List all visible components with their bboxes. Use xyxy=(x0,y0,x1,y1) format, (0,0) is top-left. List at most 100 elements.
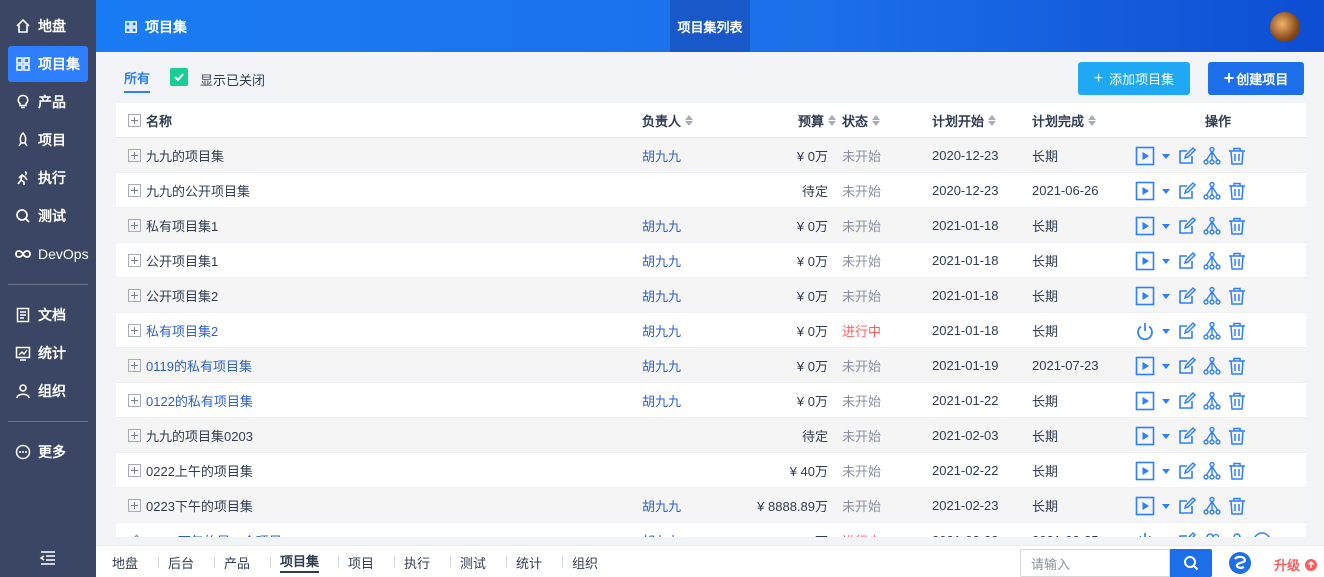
expand-icon[interactable] xyxy=(128,149,141,162)
program-name-link[interactable]: 九九的项目集0203 xyxy=(146,426,253,445)
tab-program-list[interactable]: 项目集列表 xyxy=(670,0,750,52)
create-child-tree-icon[interactable] xyxy=(1201,145,1223,167)
table-row[interactable]: 私有项目集1 胡九九 ¥ 0万 未开始 2021-01-18 长期 xyxy=(116,208,1306,243)
delete-trash-icon[interactable] xyxy=(1226,180,1248,202)
table-row[interactable]: 0223下午的另一个项目胡九九¥ 987654.32万进行中2021-02-23… xyxy=(116,523,1306,537)
create-child-tree-icon[interactable] xyxy=(1201,320,1223,342)
start-play-icon[interactable] xyxy=(1134,180,1156,202)
create-child-tree-icon[interactable] xyxy=(1201,180,1223,202)
more-actions-caret-icon[interactable] xyxy=(1159,145,1173,167)
program-name-link[interactable]: 九九的公开项目集 xyxy=(146,181,250,200)
search-button[interactable] xyxy=(1170,549,1212,577)
footer-nav-item[interactable]: 地盘 xyxy=(112,546,138,577)
delete-trash-icon[interactable] xyxy=(1226,390,1248,412)
delete-trash-icon[interactable] xyxy=(1226,320,1248,342)
edit-icon[interactable] xyxy=(1176,215,1198,237)
program-name-link[interactable]: 0122的私有项目集 xyxy=(146,391,253,410)
delete-trash-icon[interactable] xyxy=(1226,250,1248,272)
table-row[interactable]: 0122的私有项目集 胡九九 ¥ 0万 未开始 2021-01-22 长期 xyxy=(116,383,1306,418)
add-program-button[interactable]: + 添加项目集 xyxy=(1078,62,1190,95)
create-child-tree-icon[interactable] xyxy=(1201,355,1223,377)
start-play-icon[interactable] xyxy=(1134,460,1156,482)
upgrade-button[interactable]: 升级 xyxy=(1274,555,1318,574)
table-row[interactable]: 0119的私有项目集 胡九九 ¥ 0万 未开始 2021-01-19 2021-07-23 xyxy=(116,348,1306,383)
collapse-menu-button[interactable] xyxy=(0,550,96,569)
sidebar-item-program[interactable]: 项目集 xyxy=(8,46,88,82)
program-name-link[interactable]: 私有项目集1 xyxy=(146,216,218,235)
sidebar-item-more[interactable]: 更多 xyxy=(8,434,88,470)
create-child-tree-icon[interactable] xyxy=(1201,425,1223,447)
footer-nav-item[interactable]: 产品 xyxy=(224,546,250,577)
expand-icon[interactable] xyxy=(128,499,141,512)
more-actions-caret-icon[interactable] xyxy=(1159,425,1173,447)
search-input[interactable]: 请输入 xyxy=(1020,549,1170,577)
expand-icon[interactable] xyxy=(128,324,141,337)
program-name-link[interactable]: 私有项目集2 xyxy=(146,321,218,340)
expand-icon[interactable] xyxy=(128,464,141,477)
sidebar-item-test[interactable]: 测试 xyxy=(8,198,88,234)
delete-trash-icon[interactable] xyxy=(1226,460,1248,482)
table-row[interactable]: 九九的项目集0203 待定 未开始 2021-02-03 长期 xyxy=(116,418,1306,453)
column-name[interactable]: 名称 xyxy=(128,103,638,138)
edit-icon[interactable] xyxy=(1176,320,1198,342)
table-row[interactable]: 九九的项目集 胡九九 ¥ 0万 未开始 2020-12-23 长期 xyxy=(116,138,1306,173)
create-child-tree-icon[interactable] xyxy=(1201,250,1223,272)
more-actions-caret-icon[interactable] xyxy=(1159,250,1173,272)
start-play-icon[interactable] xyxy=(1134,355,1156,377)
close-power-icon[interactable] xyxy=(1134,530,1156,537)
table-row[interactable]: 0223下午的项目集 胡九九 ¥ 8888.89万 未开始 2021-02-23 长期 xyxy=(116,488,1306,523)
edit-icon[interactable] xyxy=(1176,285,1198,307)
more-actions-caret-icon[interactable] xyxy=(1159,180,1173,202)
table-row[interactable]: 公开项目集2 胡九九 ¥ 0万 未开始 2021-01-18 长期 xyxy=(116,278,1306,313)
header-title[interactable]: 项目集 xyxy=(124,17,187,37)
sidebar-item-doc[interactable]: 文档 xyxy=(8,297,88,333)
delete-trash-icon[interactable] xyxy=(1226,355,1248,377)
sidebar-item-product[interactable]: 产品 xyxy=(8,84,88,120)
start-play-icon[interactable] xyxy=(1134,425,1156,447)
create-child-tree-icon[interactable] xyxy=(1201,495,1223,517)
table-row[interactable]: 九九的公开项目集 待定 未开始 2020-12-23 2021-06-26 xyxy=(116,173,1306,208)
footer-nav-item[interactable]: 组织 xyxy=(572,546,598,577)
sidebar-item-project[interactable]: 项目 xyxy=(8,122,88,158)
start-play-icon[interactable] xyxy=(1134,145,1156,167)
show-closed-label[interactable]: 显示已关闭 xyxy=(200,70,265,89)
create-child-tree-icon[interactable] xyxy=(1201,285,1223,307)
footer-nav-item[interactable]: 项目集 xyxy=(280,546,320,577)
delete-trash-icon[interactable] xyxy=(1226,145,1248,167)
expand-icon[interactable] xyxy=(128,219,141,232)
start-play-icon[interactable] xyxy=(1134,215,1156,237)
more-actions-caret-icon[interactable] xyxy=(1159,215,1173,237)
column-budget[interactable]: 预算 xyxy=(756,103,836,138)
expand-icon[interactable] xyxy=(128,289,141,302)
program-name-link[interactable]: 0223下午的项目集 xyxy=(146,496,253,515)
create-child-tree-icon[interactable] xyxy=(1201,390,1223,412)
show-closed-checkbox[interactable] xyxy=(170,68,188,86)
close-power-icon[interactable] xyxy=(1134,320,1156,342)
zentao-logo-icon[interactable] xyxy=(1228,551,1252,575)
start-play-icon[interactable] xyxy=(1134,390,1156,412)
footer-nav-item[interactable]: 项目 xyxy=(348,546,374,577)
program-name-link[interactable]: 0119的私有项目集 xyxy=(146,356,252,375)
more-actions-caret-icon[interactable] xyxy=(1159,320,1173,342)
more-actions-caret-icon[interactable] xyxy=(1159,355,1173,377)
program-name-link[interactable]: 0223下午的另一个项目 xyxy=(149,531,282,537)
expand-icon[interactable] xyxy=(128,394,141,407)
create-child-tree-icon[interactable] xyxy=(1201,460,1223,482)
expand-icon[interactable] xyxy=(128,429,141,442)
more-actions-caret-icon[interactable] xyxy=(1159,285,1173,307)
table-row[interactable]: 0222上午的项目集 ¥ 40万 未开始 2021-02-22 长期 xyxy=(116,453,1306,488)
program-name-link[interactable]: 公开项目集1 xyxy=(146,251,218,270)
program-name-link[interactable]: 公开项目集2 xyxy=(146,286,218,305)
more-actions-caret-icon[interactable] xyxy=(1159,495,1173,517)
more-actions-caret-icon[interactable] xyxy=(1159,460,1173,482)
sidebar-item-org[interactable]: 组织 xyxy=(8,373,88,409)
footer-nav-item[interactable]: 后台 xyxy=(168,546,194,577)
expand-all-icon[interactable] xyxy=(128,114,141,127)
edit-icon[interactable] xyxy=(1176,495,1198,517)
footer-nav-item[interactable]: 测试 xyxy=(460,546,486,577)
start-play-icon[interactable] xyxy=(1134,285,1156,307)
team-members-icon[interactable] xyxy=(1201,530,1223,537)
expand-icon[interactable] xyxy=(128,359,141,372)
delete-trash-icon[interactable] xyxy=(1226,285,1248,307)
start-play-icon[interactable] xyxy=(1134,495,1156,517)
